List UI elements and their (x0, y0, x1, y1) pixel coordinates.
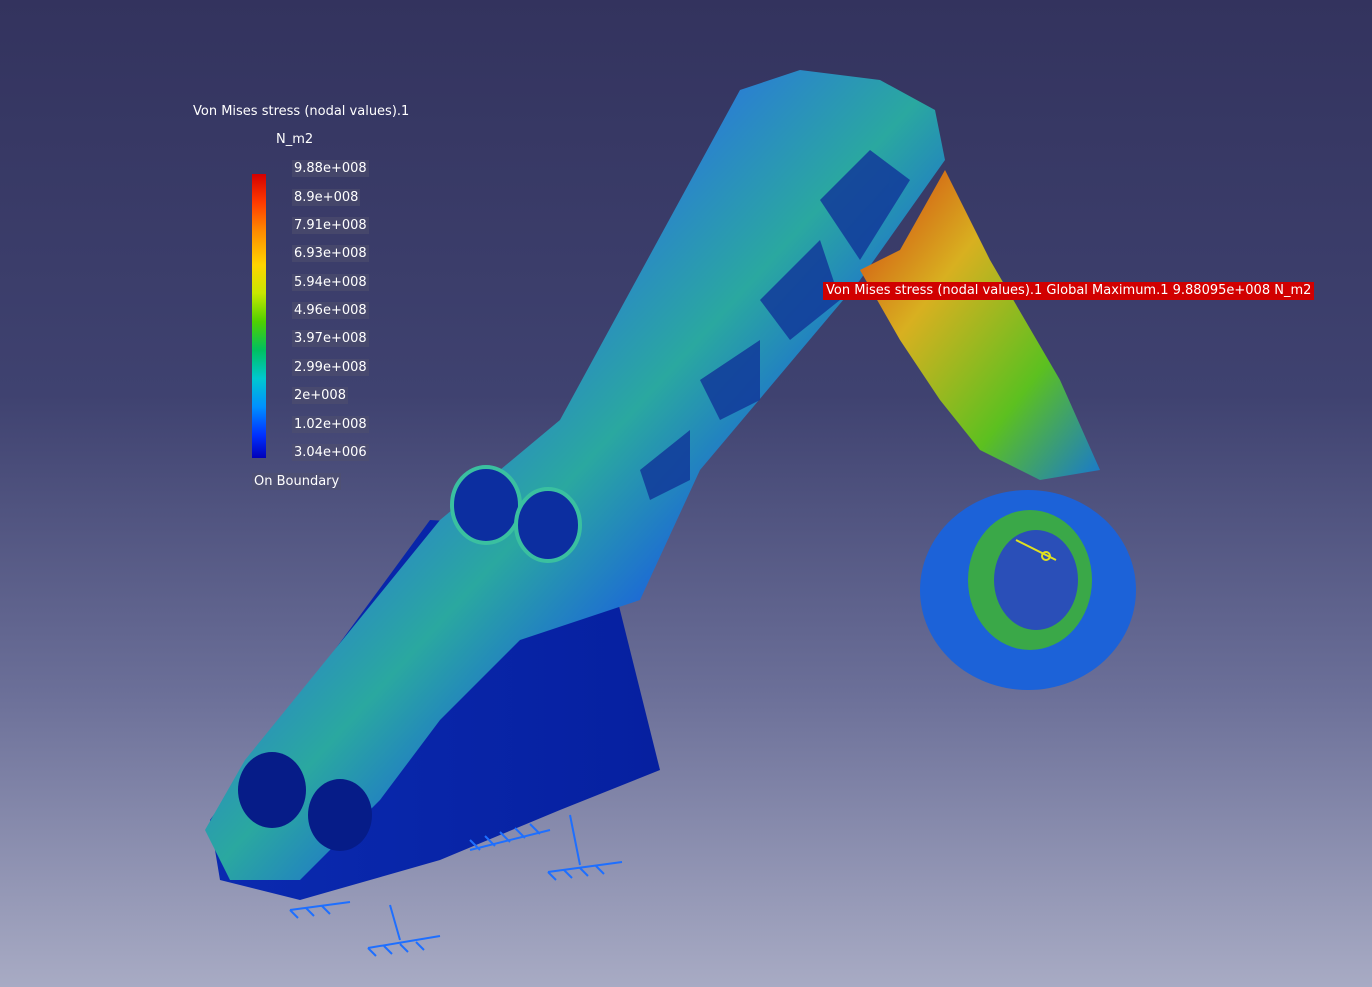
legend-title: Von Mises stress (nodal values).1 (193, 104, 410, 119)
global-maximum-label[interactable]: Von Mises stress (nodal values).1 Global… (823, 282, 1315, 300)
on-boundary-label: On Boundary (252, 473, 342, 490)
legend-unit: N_m2 (276, 132, 314, 147)
3d-viewport[interactable]: Von Mises stress (nodal values).1 N_m2 9… (0, 0, 1372, 987)
mount-hole (238, 752, 306, 828)
mount-hole (450, 465, 522, 545)
legend-tick: 5.94e+008 (292, 274, 369, 291)
legend-tick: 8.9e+008 (292, 189, 361, 206)
legend-tick: 4.96e+008 (292, 302, 369, 319)
legend-tick: 9.88e+008 (292, 160, 369, 177)
legend-tick: 6.93e+008 (292, 245, 369, 262)
mount-hole (514, 487, 582, 563)
legend-tick: 2.99e+008 (292, 359, 369, 376)
legend-tick: 3.97e+008 (292, 330, 369, 347)
right-lug-hole (994, 530, 1078, 630)
legend-tick: 2e+008 (292, 387, 348, 404)
legend-tick: 1.02e+008 (292, 416, 369, 433)
color-scale-bar (252, 174, 266, 458)
mount-hole (308, 779, 372, 851)
fea-model-view[interactable] (0, 0, 1372, 987)
legend-tick: 3.04e+006 (292, 444, 369, 461)
legend-tick: 7.91e+008 (292, 217, 369, 234)
